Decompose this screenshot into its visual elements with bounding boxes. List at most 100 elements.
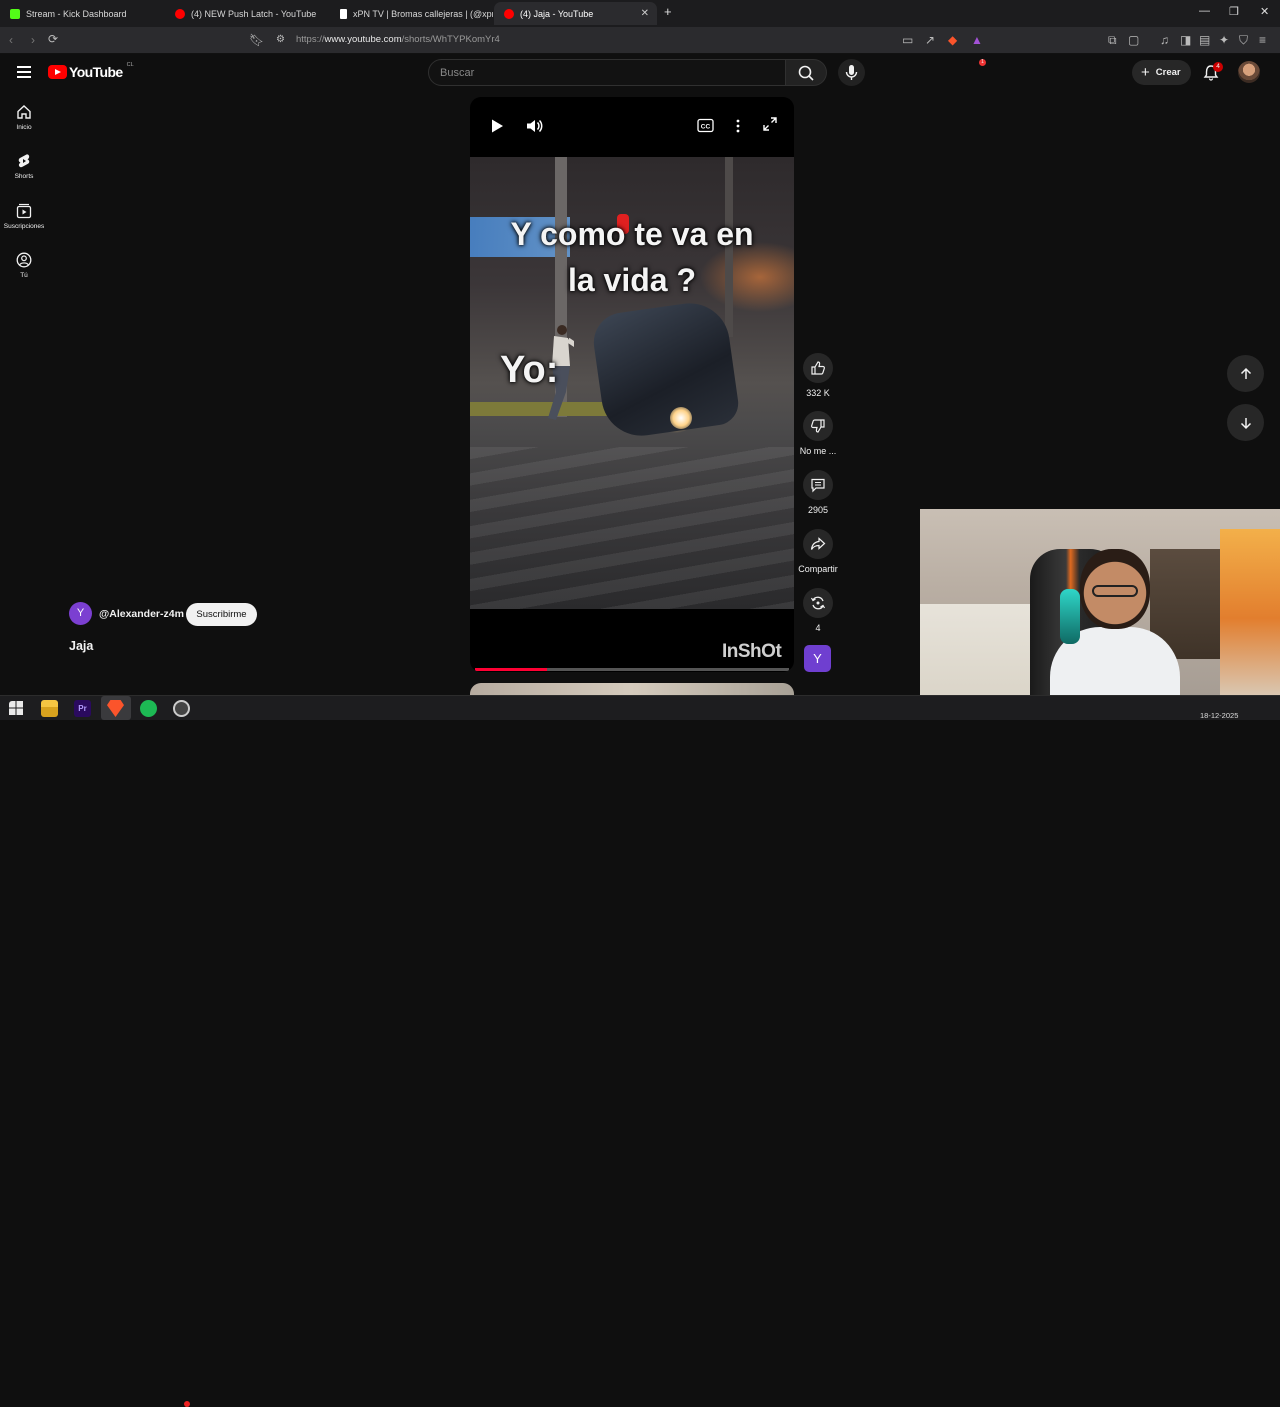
sidebar-item-label: Suscripciones <box>3 223 45 230</box>
caption-line-1: Y como te va en <box>510 216 754 252</box>
search-icon <box>798 65 814 81</box>
back-icon[interactable]: ‹ <box>9 33 13 47</box>
tab-push-latch[interactable]: (4) NEW Push Latch - YouTube <box>165 2 330 25</box>
sidebar-item-label: Tú <box>20 272 28 279</box>
tab-xpn-tv[interactable]: xPN TV | Bromas callejeras | (@xpn_o <box>330 2 493 25</box>
wallet-icon[interactable]: ▤ <box>1199 33 1210 47</box>
youtube-icon <box>504 8 514 19</box>
browser-menu-icon[interactable]: ≡ <box>1259 33 1266 47</box>
browser-toolbar: ‹ › ⟳ 🔖︎ ⚙︎ https://www.youtube.com/shor… <box>0 27 1280 66</box>
share-label: Compartir <box>798 564 838 574</box>
user-icon <box>16 252 32 268</box>
tab-title: (4) NEW Push Latch - YouTube <box>191 8 317 19</box>
create-button[interactable]: + Crear <box>1132 60 1191 85</box>
share-button[interactable]: Compartir <box>797 529 839 574</box>
like-button[interactable]: 332 K <box>797 353 839 398</box>
shorts-player[interactable]: Y como te va en la vida ? Yo: InShOt <box>470 97 794 672</box>
youtube-logo[interactable]: YouTube CL <box>48 62 134 80</box>
close-tab-icon[interactable]: ✕ <box>641 8 649 19</box>
leo-ai-icon[interactable]: ✦ <box>1219 33 1229 47</box>
media-icon[interactable]: ♫ <box>1160 33 1169 47</box>
minimize-icon[interactable]: — <box>1199 5 1210 17</box>
account-avatar[interactable] <box>1238 61 1260 83</box>
webcam-glasses <box>1092 585 1138 597</box>
window-close-icon[interactable]: ✕ <box>1260 5 1269 18</box>
premiere-pro-icon[interactable]: Pr <box>74 700 91 717</box>
obs-icon[interactable] <box>173 700 190 717</box>
new-tab-button[interactable]: + <box>664 4 672 19</box>
shorts-icon <box>18 154 30 168</box>
brave-rewards-icon[interactable]: ▲ <box>971 33 983 47</box>
channel-avatar[interactable]: Y <box>69 602 92 625</box>
sidebar-item-label: Inicio <box>16 124 32 131</box>
cast-icon[interactable]: ▭ <box>902 33 913 47</box>
url-field[interactable]: https://www.youtube.com/shorts/WhTYPKomY… <box>296 34 500 45</box>
subscribe-button[interactable]: Suscribirme <box>186 603 257 626</box>
kick-icon <box>10 8 20 19</box>
tab-kick-dashboard[interactable]: Stream - Kick Dashboard <box>0 2 165 25</box>
restore-icon[interactable]: ❐ <box>1229 5 1239 18</box>
svg-text:CC: CC <box>701 124 711 131</box>
caption-line-2: la vida ? <box>567 262 697 298</box>
sidebar-toggle-icon[interactable]: ◨ <box>1180 33 1191 47</box>
sidebar-item-suscripciones[interactable]: Suscripciones <box>0 203 48 230</box>
site-settings-icon[interactable]: ⚙︎ <box>276 34 285 45</box>
thumbs-down-icon <box>811 419 825 433</box>
brave-shields-icon[interactable]: ◆ <box>948 33 957 47</box>
channel-handle[interactable]: @Alexander-z4m <box>99 608 184 620</box>
menu-icon[interactable] <box>17 66 31 81</box>
crosswalk <box>470 447 794 609</box>
remix-button[interactable]: 4 <box>797 588 839 633</box>
comment-icon <box>811 478 825 493</box>
tab-jaja-youtube[interactable]: (4) Jaja - YouTube ✕ <box>494 2 657 25</box>
tiktok-icon <box>340 8 347 19</box>
forward-icon[interactable]: › <box>31 33 35 47</box>
plus-icon: + <box>1141 64 1150 81</box>
more-options-icon[interactable] <box>734 118 742 134</box>
captions-icon[interactable]: CC <box>697 118 714 133</box>
recording-indicator <box>184 1401 190 1407</box>
dislike-label: No me ... <box>799 446 837 456</box>
share-page-icon[interactable]: ↗ <box>925 33 935 47</box>
bookmark-icon[interactable]: 🔖︎ <box>249 33 264 47</box>
search-input[interactable]: Buscar <box>428 59 786 86</box>
file-explorer-icon[interactable] <box>41 700 58 717</box>
next-short-preview[interactable] <box>470 683 794 695</box>
youtube-icon <box>175 8 185 19</box>
sidebar-item-inicio[interactable]: Inicio <box>0 104 48 131</box>
spotify-icon[interactable] <box>140 700 157 717</box>
comments-button[interactable]: 2905 <box>797 470 839 515</box>
webcam-poster <box>1220 529 1280 708</box>
mic-icon <box>845 65 858 80</box>
reload-icon[interactable]: ⟳ <box>48 32 58 46</box>
extensions-icon[interactable]: ⧉ <box>1108 33 1117 48</box>
windows-start-icon[interactable] <box>9 701 26 718</box>
channel-thumbnail-button[interactable]: Y <box>804 645 831 672</box>
vpn-icon[interactable]: ⛉ <box>1239 33 1248 48</box>
progress-fill <box>475 668 548 671</box>
dislike-button[interactable]: No me ... <box>797 411 839 456</box>
notifications-badge: 4 <box>1213 62 1223 72</box>
home-icon <box>17 105 31 119</box>
youtube-play-icon <box>48 65 67 79</box>
screenshot-icon[interactable]: ▢ <box>1128 33 1139 47</box>
arrow-up-icon <box>1240 367 1251 379</box>
taskbar-date: 18-12-2025 <box>1200 711 1239 720</box>
voice-search-button[interactable] <box>838 59 865 86</box>
sidebar-item-tu[interactable]: Tú <box>0 252 48 279</box>
play-icon[interactable] <box>489 118 505 134</box>
youtube-logo-text: YouTube <box>69 64 123 80</box>
tab-title: xPN TV | Bromas callejeras | (@xpn_o <box>353 8 493 19</box>
volume-icon[interactable] <box>526 118 543 134</box>
comment-count: 2905 <box>807 505 829 515</box>
fullscreen-icon[interactable] <box>762 116 778 132</box>
inshot-watermark: InShOt <box>722 641 782 662</box>
previous-short-button[interactable] <box>1227 355 1264 392</box>
next-short-button[interactable] <box>1227 404 1264 441</box>
url-host: www.youtube.com <box>324 34 402 45</box>
search-button[interactable] <box>786 59 827 86</box>
like-count: 332 K <box>806 388 830 398</box>
webcam-bed <box>920 604 1040 708</box>
sidebar-item-shorts[interactable]: Shorts <box>0 153 48 180</box>
thumbs-up-icon <box>811 361 825 375</box>
